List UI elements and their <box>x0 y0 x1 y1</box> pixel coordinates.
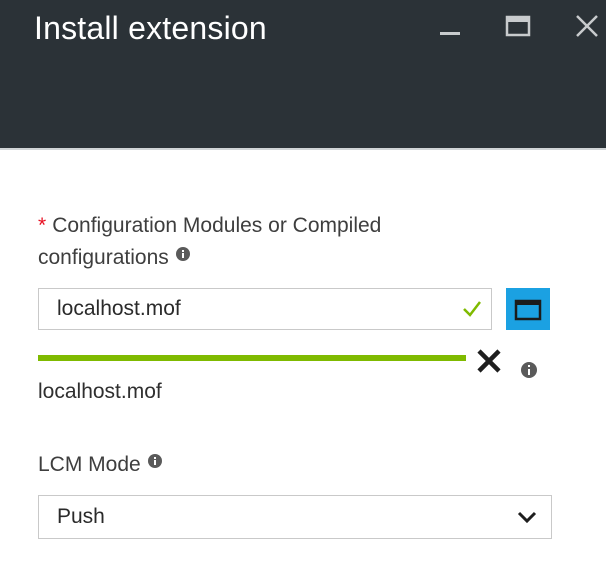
maximize-icon <box>505 15 531 37</box>
minimize-button[interactable] <box>432 8 468 44</box>
close-button[interactable] <box>569 8 605 44</box>
remove-file-button[interactable] <box>474 346 504 376</box>
info-icon[interactable] <box>175 240 191 272</box>
uploaded-file-name: localhost.mof <box>38 380 162 403</box>
lcm-mode-value: Push <box>57 505 105 528</box>
chevron-down-icon <box>517 510 537 529</box>
maximize-button[interactable] <box>501 8 537 44</box>
remove-icon <box>477 349 501 373</box>
config-file-input[interactable]: localhost.mof <box>38 288 492 330</box>
close-icon <box>576 15 598 37</box>
folder-icon <box>514 299 542 321</box>
config-label-text: Configuration Modules or Compiled config… <box>38 214 382 269</box>
lcm-label-text: LCM Mode <box>38 453 141 476</box>
info-icon[interactable] <box>520 361 538 384</box>
upload-progress-bar <box>38 355 466 361</box>
header-divider <box>0 148 606 150</box>
lcm-label: LCM Mode <box>38 449 163 481</box>
lcm-mode-select[interactable]: Push <box>38 495 552 539</box>
info-icon[interactable] <box>147 447 163 479</box>
required-marker: * <box>38 214 47 237</box>
blade-header: Install extension <box>0 0 606 148</box>
upload-progress-fill <box>38 355 466 361</box>
minimize-icon <box>440 32 460 35</box>
browse-button[interactable] <box>506 288 550 330</box>
config-file-value: localhost.mof <box>57 297 181 320</box>
checkmark-icon <box>461 297 483 324</box>
blade-title: Install extension <box>34 10 267 46</box>
config-label: * Configuration Modules or Compiled confi… <box>38 210 498 274</box>
